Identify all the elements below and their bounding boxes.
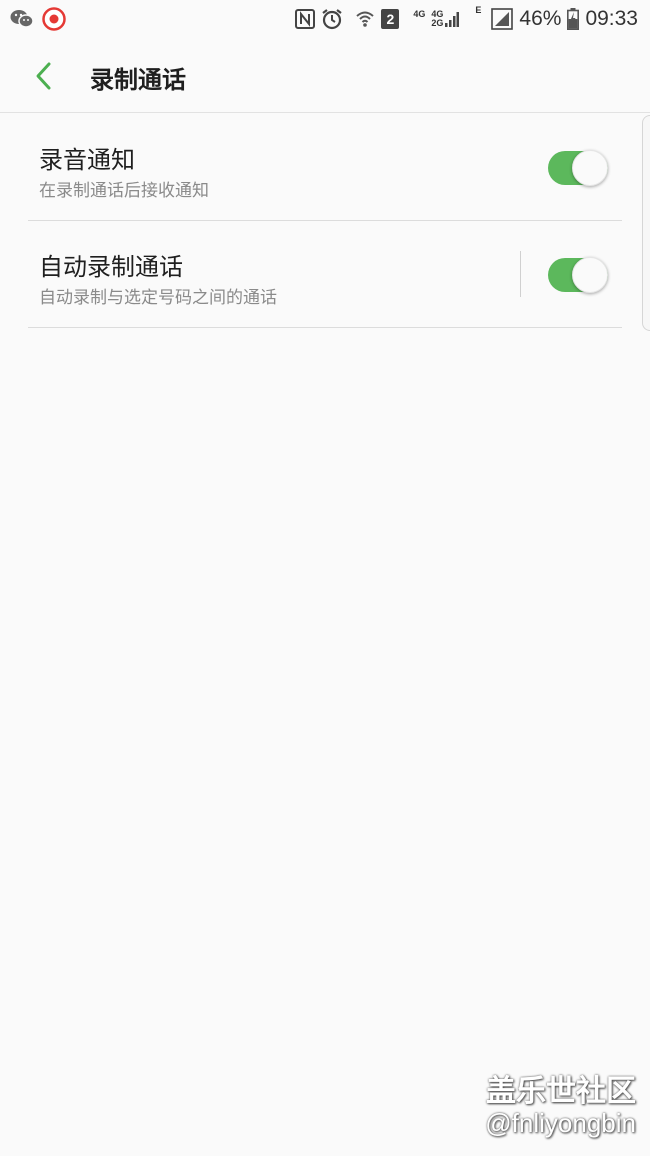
signal-4g-icon: 4G: [413, 10, 425, 28]
auto-record-toggle[interactable]: [548, 257, 608, 293]
battery-charging-icon: [567, 8, 580, 30]
cell-signal-icon: [491, 8, 514, 30]
watermark-user: @fnliyongbin: [485, 1108, 636, 1138]
row-divider: [520, 251, 521, 297]
page-title: 录制通话: [90, 66, 186, 94]
setting-row-record-notification[interactable]: 录音通知 在录制通话后接收通知: [28, 114, 622, 221]
signal-4g2g-icon: 4G 2G: [431, 10, 460, 28]
clock-time: 09:33: [585, 7, 638, 30]
status-bar: 2 4G 4G 2G E 46% 09:33: [0, 0, 650, 38]
wifi-icon: [355, 9, 375, 29]
setting-subtitle: 在录制通话后接收通知: [39, 181, 209, 201]
network-2g-label: 2G: [431, 18, 444, 28]
setting-title: 录音通知: [39, 146, 135, 174]
network-e-label: E: [475, 5, 482, 15]
sim-badge: 2: [381, 9, 400, 29]
recorder-icon: [42, 7, 66, 31]
setting-row-auto-record[interactable]: 自动录制通话 自动录制与选定号码之间的通话: [28, 221, 622, 328]
network-4g-label: 4G: [413, 9, 426, 19]
sim-badge-label: 2: [386, 11, 395, 27]
chevron-left-icon: [36, 62, 51, 90]
back-button[interactable]: [26, 58, 62, 94]
app-bar: 录制通话: [0, 38, 650, 113]
toggle-knob: [572, 150, 608, 186]
setting-title: 自动录制通话: [39, 253, 183, 281]
alarm-icon: [321, 8, 343, 30]
wechat-icon: [10, 8, 34, 30]
edge-panel-handle[interactable]: [642, 115, 650, 331]
toggle-knob: [572, 257, 608, 293]
network-e-icon: E: [475, 6, 481, 15]
record-notification-toggle[interactable]: [548, 150, 608, 186]
nfc-icon: [295, 9, 316, 29]
signal-bars-icon: [445, 12, 460, 27]
status-left-icons: [10, 7, 66, 31]
status-right-icons: 2 4G 4G 2G E 46% 09:33: [295, 4, 638, 34]
setting-subtitle: 自动录制与选定号码之间的通话: [39, 288, 277, 308]
battery-percent: 46%: [519, 7, 562, 30]
watermark-brand: 盖乐世社区: [486, 1074, 636, 1109]
